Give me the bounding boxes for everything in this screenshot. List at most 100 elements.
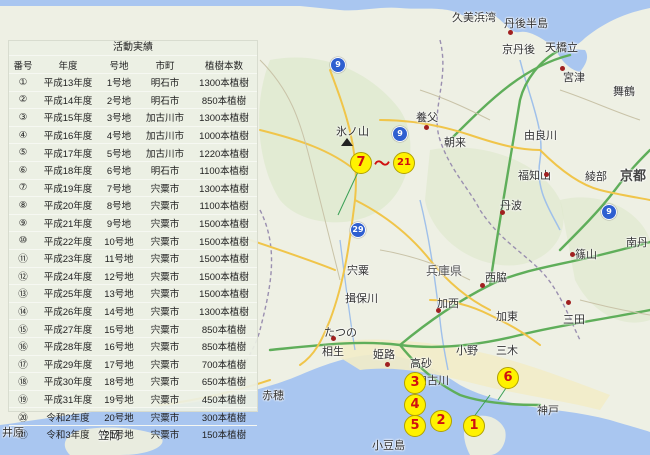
cell-city: 加古川市	[139, 143, 191, 162]
header-city: 市町	[139, 55, 191, 74]
city-dot-icon	[500, 210, 505, 215]
place-kobe: 神戸	[537, 404, 559, 417]
cell-site: 10号地	[99, 231, 139, 250]
table-row: ② 平成14年度 2号地 明石市 850本植樹	[9, 90, 257, 109]
cell-site: 6号地	[99, 160, 139, 180]
place-sasayama: 篠山	[575, 248, 597, 261]
route-shield-icon: 9	[330, 57, 346, 73]
cell-year: 平成18年度	[37, 160, 99, 180]
cell-number: ④	[9, 125, 37, 144]
cell-number: ⑯	[9, 336, 37, 355]
city-dot-icon	[385, 362, 390, 367]
city-dot-icon	[436, 308, 441, 313]
table-row: ⑱ 平成30年度 18号地 宍粟市 650本植樹	[9, 372, 257, 391]
city-dot-icon	[560, 66, 565, 71]
city-dot-icon	[544, 172, 549, 177]
site-marker-4[interactable]: 4	[404, 394, 426, 416]
cell-city: 加古川市	[139, 108, 191, 127]
cell-year: 平成20年度	[37, 196, 99, 215]
table-row: ⑭ 平成26年度 14号地 宍粟市 1300本植樹	[9, 301, 257, 320]
cell-number: ⑲	[9, 389, 37, 408]
cell-city: 宍粟市	[139, 266, 191, 285]
place-himeji: 姫路	[373, 348, 395, 361]
cell-number: ㉑	[9, 424, 37, 443]
site-marker-21[interactable]: 21	[393, 152, 415, 174]
cell-trees: 650本植樹	[191, 372, 257, 391]
table-header-row: 番号 年度 号地 市町 植樹本数	[9, 55, 257, 74]
cell-city: 明石市	[139, 73, 191, 92]
table-row: ⑯ 平成28年度 16号地 宍粟市 850本植樹	[9, 336, 257, 355]
header-year: 年度	[37, 55, 99, 74]
place-shodoshima: 小豆島	[372, 439, 405, 452]
table-row: ④ 平成16年度 4号地 加古川市 1000本植樹	[9, 125, 257, 144]
cell-year: 平成31年度	[37, 389, 99, 408]
cell-number: ⑫	[9, 266, 37, 285]
cell-trees: 850本植樹	[191, 336, 257, 355]
table-row: ⑬ 平成25年度 13号地 宍粟市 1500本植樹	[9, 284, 257, 303]
cell-city: 宍粟市	[139, 372, 191, 391]
city-dot-icon	[424, 125, 429, 130]
cell-year: 平成25年度	[37, 284, 99, 303]
city-dot-icon	[331, 336, 336, 341]
cell-year: 平成28年度	[37, 336, 99, 355]
cell-year: 平成15年度	[37, 108, 99, 127]
site-marker-1[interactable]: 1	[463, 415, 485, 437]
place-hyogo-pref: 兵庫県	[426, 264, 463, 278]
cell-number: ②	[9, 90, 37, 109]
cell-trees: 1300本植樹	[191, 178, 257, 197]
cell-site: 19号地	[99, 389, 139, 408]
cell-trees: 1000本植樹	[191, 125, 257, 144]
place-kyotango: 京丹後	[502, 43, 535, 56]
cell-trees: 850本植樹	[191, 319, 257, 338]
cell-city: 宍粟市	[139, 196, 191, 215]
table-row: ⑤ 平成17年度 5号地 加古川市 1220本植樹	[9, 143, 257, 162]
cell-city: 宍粟市	[139, 301, 191, 320]
cell-site: 8号地	[99, 196, 139, 215]
place-hyonosen: 氷ノ山	[336, 125, 369, 138]
route-shield-icon: 9	[601, 204, 617, 220]
place-ayabe: 綾部	[585, 170, 607, 183]
cell-year: 令和2年度	[37, 407, 99, 426]
site-marker-2[interactable]: 2	[430, 410, 452, 432]
site-marker-7[interactable]: 7	[350, 152, 372, 174]
activity-table-panel: 活動実績 番号 年度 号地 市町 植樹本数 ① 平成13年度 1号地 明石市 1300本…	[8, 40, 258, 443]
cell-trees: 700本植樹	[191, 354, 257, 373]
cell-site: 13号地	[99, 284, 139, 303]
cell-number: ⑬	[9, 284, 37, 303]
table-row: ⑧ 平成20年度 8号地 宍粟市 1100本植樹	[9, 196, 257, 215]
place-yuragawa: 由良川	[524, 129, 557, 142]
city-dot-icon	[480, 283, 485, 288]
cell-site: 5号地	[99, 143, 139, 162]
place-nantan: 南丹	[626, 236, 648, 249]
cell-city: 宍粟市	[139, 284, 191, 303]
place-maizuru: 舞鶴	[613, 85, 635, 98]
cell-year: 平成29年度	[37, 354, 99, 373]
cell-city: 宍粟市	[139, 389, 191, 408]
cell-site: 4号地	[99, 125, 139, 144]
place-ono: 小野	[456, 344, 478, 357]
header-number: 番号	[9, 55, 37, 74]
cell-number: ⑦	[9, 178, 37, 197]
place-tatsuno: たつの	[324, 326, 357, 339]
place-ibogawa: 揖保川	[345, 292, 378, 305]
site-marker-5[interactable]: 5	[404, 415, 426, 437]
activity-table: 番号 年度 号地 市町 植樹本数 ① 平成13年度 1号地 明石市 1300本植樹 ② 平成…	[9, 55, 257, 443]
cell-city: 宍粟市	[139, 336, 191, 355]
header-trees: 植樹本数	[191, 55, 257, 74]
cell-year: 平成26年度	[37, 301, 99, 320]
cell-city: 宍粟市	[139, 213, 191, 232]
cell-number: ⑱	[9, 372, 37, 391]
cell-site: 14号地	[99, 301, 139, 320]
cell-year: 平成13年度	[37, 73, 99, 92]
cell-number: ⑥	[9, 160, 37, 180]
cell-year: 平成14年度	[37, 90, 99, 109]
cell-site: 7号地	[99, 178, 139, 197]
site-marker-3[interactable]: 3	[404, 372, 426, 394]
cell-city: 宍粟市	[139, 424, 191, 443]
table-row: ㉑令和3年度 21号地 宍粟市 150本植樹	[9, 424, 257, 443]
site-marker-6[interactable]: 6	[497, 367, 519, 389]
cell-city: 宍粟市	[139, 354, 191, 373]
table-row: ⑪ 平成23年度 11号地 宍粟市 1500本植樹	[9, 248, 257, 268]
cell-year: 平成30年度	[37, 372, 99, 391]
table-row: ⑳ 令和2年度 20号地 宍粟市 300本植樹	[9, 407, 257, 426]
